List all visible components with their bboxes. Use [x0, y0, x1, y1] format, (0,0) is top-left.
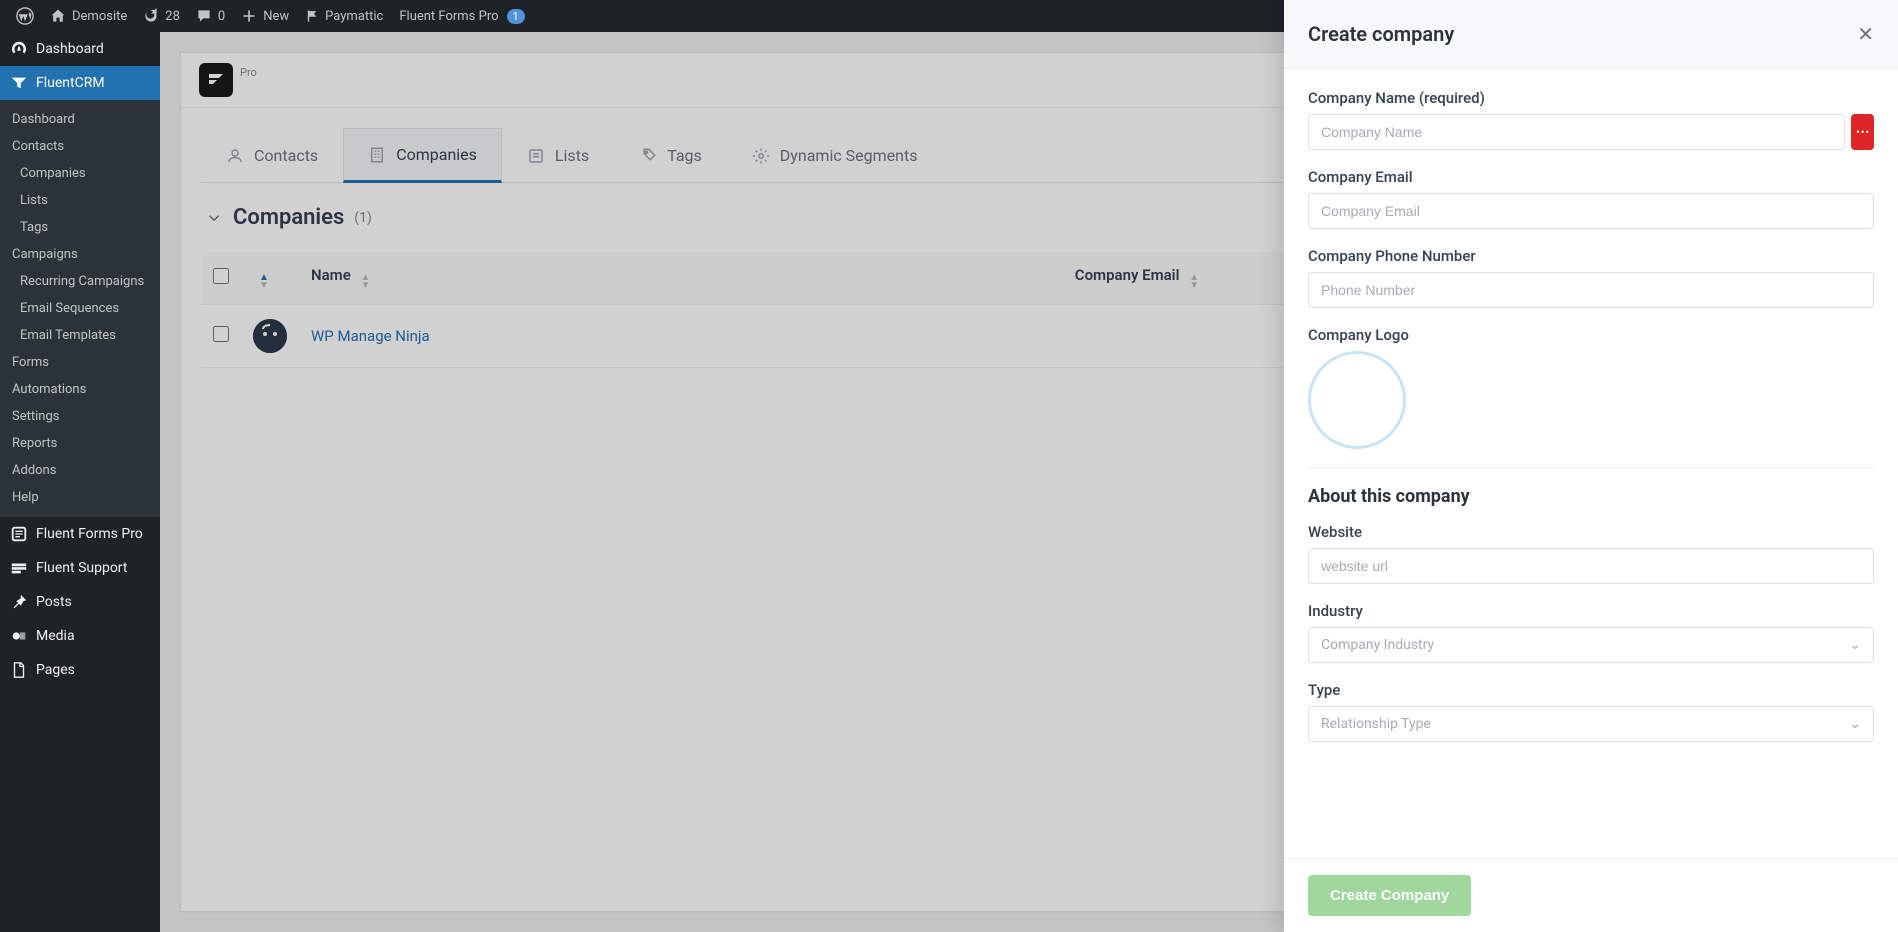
dashboard-icon	[10, 40, 28, 58]
updates-count: 28	[165, 9, 180, 24]
create-company-drawer: Create company ✕ Company Name (required)…	[1284, 0, 1898, 932]
menu-dashboard[interactable]: Dashboard	[0, 32, 160, 66]
divider	[1308, 467, 1874, 468]
fluentforms-badge: 1	[507, 9, 525, 24]
website-label: Website	[1308, 523, 1874, 541]
submenu-settings[interactable]: Settings	[0, 403, 160, 430]
company-logo-upload[interactable]	[1308, 351, 1406, 449]
company-email-label: Company Email	[1308, 168, 1874, 186]
about-heading: About this company	[1308, 486, 1874, 507]
wp-sidebar: Dashboard FluentCRM Dashboard Contacts C…	[0, 32, 160, 932]
fluentcrm-icon	[10, 74, 28, 92]
create-company-button[interactable]: Create Company	[1308, 875, 1471, 916]
submenu-fluentcrm: Dashboard Contacts Companies Lists Tags …	[0, 100, 160, 517]
comments-count: 0	[218, 9, 225, 24]
menu-media[interactable]: Media	[0, 619, 160, 653]
comments-link[interactable]: 0	[188, 0, 233, 32]
form-icon	[10, 525, 28, 543]
support-icon	[10, 559, 28, 577]
submenu-addons[interactable]: Addons	[0, 457, 160, 484]
submenu-tags[interactable]: Tags	[0, 214, 160, 241]
company-name-input[interactable]	[1308, 114, 1845, 150]
submenu-dashboard[interactable]: Dashboard	[0, 106, 160, 133]
submenu-sequences[interactable]: Email Sequences	[0, 295, 160, 322]
submenu-automations[interactable]: Automations	[0, 376, 160, 403]
industry-label: Industry	[1308, 602, 1874, 620]
comment-icon	[196, 8, 212, 24]
flag-icon	[305, 9, 319, 23]
company-name-label: Company Name (required)	[1308, 89, 1874, 107]
drawer-title: Create company	[1308, 22, 1454, 46]
menu-pages[interactable]: Pages	[0, 653, 160, 687]
home-icon	[50, 8, 66, 24]
site-link[interactable]: Demosite	[42, 0, 135, 32]
drawer-header: Create company ✕	[1284, 0, 1898, 69]
submenu-templates[interactable]: Email Templates	[0, 322, 160, 349]
media-icon	[10, 627, 28, 645]
company-logo-label: Company Logo	[1308, 326, 1874, 344]
paymattic-link[interactable]: Paymattic	[297, 0, 391, 32]
drawer-footer: Create Company	[1284, 858, 1898, 932]
updates-link[interactable]: 28	[135, 0, 188, 32]
menu-fluentcrm[interactable]: FluentCRM	[0, 66, 160, 100]
plus-icon	[241, 8, 257, 24]
submenu-lists[interactable]: Lists	[0, 187, 160, 214]
site-name: Demosite	[72, 9, 127, 24]
menu-posts[interactable]: Posts	[0, 585, 160, 619]
new-label: New	[263, 9, 289, 24]
company-name-extra-button[interactable]: ⋯	[1851, 114, 1874, 150]
submenu-companies[interactable]: Companies	[0, 160, 160, 187]
pin-icon	[10, 593, 28, 611]
industry-select[interactable]: Company Industry ⌄	[1308, 627, 1874, 663]
company-phone-input[interactable]	[1308, 272, 1874, 308]
type-label: Type	[1308, 681, 1874, 699]
submenu-help[interactable]: Help	[0, 484, 160, 511]
chevron-down-icon: ⌄	[1849, 716, 1861, 732]
pages-icon	[10, 661, 28, 679]
submenu-forms[interactable]: Forms	[0, 349, 160, 376]
close-icon[interactable]: ✕	[1857, 22, 1874, 46]
type-select[interactable]: Relationship Type ⌄	[1308, 706, 1874, 742]
submenu-contacts[interactable]: Contacts	[0, 133, 160, 160]
new-link[interactable]: New	[233, 0, 297, 32]
fluentforms-link[interactable]: Fluent Forms Pro 1	[391, 0, 532, 32]
menu-fluent-support[interactable]: Fluent Support	[0, 551, 160, 585]
chevron-down-icon: ⌄	[1849, 637, 1861, 653]
company-email-input[interactable]	[1308, 193, 1874, 229]
wordpress-icon	[16, 7, 34, 25]
paymattic-label: Paymattic	[325, 9, 383, 24]
submenu-reports[interactable]: Reports	[0, 430, 160, 457]
fluentforms-label: Fluent Forms Pro	[399, 9, 498, 24]
website-input[interactable]	[1308, 548, 1874, 584]
menu-fluentforms-pro[interactable]: Fluent Forms Pro	[0, 517, 160, 551]
wp-logo[interactable]	[8, 0, 42, 32]
company-phone-label: Company Phone Number	[1308, 247, 1874, 265]
submenu-campaigns[interactable]: Campaigns	[0, 241, 160, 268]
refresh-icon	[143, 8, 159, 24]
submenu-recurring[interactable]: Recurring Campaigns	[0, 268, 160, 295]
